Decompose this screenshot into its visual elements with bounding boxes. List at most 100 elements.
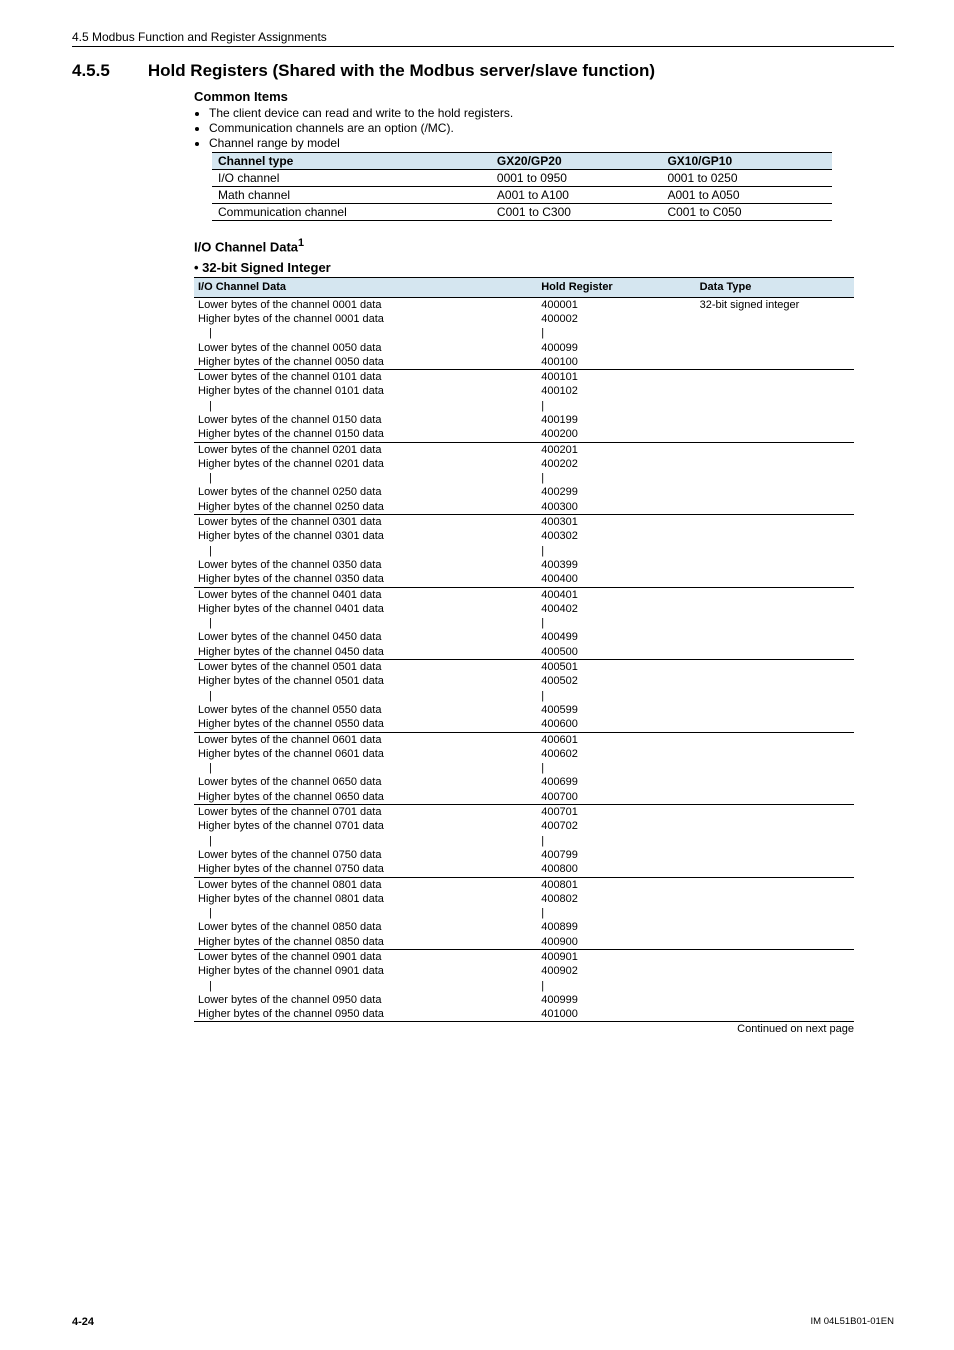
table-cell: Lower bytes of the channel 0450 data	[194, 630, 537, 644]
table-cell	[696, 645, 854, 660]
table-row: Higher bytes of the channel 0101 data400…	[194, 384, 854, 398]
th-channel-type: Channel type	[212, 153, 491, 170]
table-cell	[696, 906, 854, 920]
table-cell: 400901	[537, 949, 695, 964]
table-row: ||	[194, 906, 854, 920]
table-cell: Lower bytes of the channel 0350 data	[194, 558, 537, 572]
table-cell: Higher bytes of the channel 0301 data	[194, 529, 537, 543]
table-cell	[696, 775, 854, 789]
table-cell: |	[537, 906, 695, 920]
table-cell: |	[194, 761, 537, 775]
th-io-data: I/O Channel Data	[194, 278, 537, 297]
table-row: I/O channel0001 to 09500001 to 0250	[212, 170, 832, 187]
table-row: Lower bytes of the channel 0601 data4006…	[194, 732, 854, 747]
table-cell: Higher bytes of the channel 0050 data	[194, 355, 537, 370]
table-cell: 400601	[537, 732, 695, 747]
table-row: Lower bytes of the channel 0701 data4007…	[194, 805, 854, 820]
table-row: Lower bytes of the channel 0750 data4007…	[194, 848, 854, 862]
table-cell: Higher bytes of the channel 0650 data	[194, 790, 537, 805]
table-cell	[696, 341, 854, 355]
table-row: Higher bytes of the channel 0901 data400…	[194, 964, 854, 978]
table-cell	[696, 805, 854, 820]
table-cell: 400602	[537, 747, 695, 761]
table-cell: |	[537, 544, 695, 558]
table-cell: 400399	[537, 558, 695, 572]
table-cell	[696, 572, 854, 587]
table-cell	[696, 892, 854, 906]
table-cell	[696, 920, 854, 934]
table-row: Lower bytes of the channel 0450 data4004…	[194, 630, 854, 644]
table-cell	[696, 384, 854, 398]
table-row: Lower bytes of the channel 0401 data4004…	[194, 587, 854, 602]
table-cell: Higher bytes of the channel 0750 data	[194, 862, 537, 877]
table-cell	[696, 500, 854, 515]
table-cell	[696, 732, 854, 747]
table-cell: 400099	[537, 341, 695, 355]
table-cell	[696, 703, 854, 717]
table-cell: |	[194, 544, 537, 558]
table-cell: Higher bytes of the channel 0950 data	[194, 1007, 537, 1022]
table-cell	[696, 674, 854, 688]
table-row: Lower bytes of the channel 0150 data4001…	[194, 413, 854, 427]
table-row: Higher bytes of the channel 0550 data400…	[194, 717, 854, 732]
table-cell	[696, 370, 854, 385]
table-cell	[696, 355, 854, 370]
table-row: Lower bytes of the channel 0650 data4006…	[194, 775, 854, 789]
table-cell: 400801	[537, 877, 695, 892]
table-row: Higher bytes of the channel 0350 data400…	[194, 572, 854, 587]
continued-label: Continued on next page	[194, 1023, 854, 1035]
table-cell: 400101	[537, 370, 695, 385]
table-cell: Higher bytes of the channel 0450 data	[194, 645, 537, 660]
table-cell: Lower bytes of the channel 0050 data	[194, 341, 537, 355]
table-cell	[696, 485, 854, 499]
table-cell: 400400	[537, 572, 695, 587]
table-cell: A001 to A050	[661, 187, 832, 204]
table-cell: 400500	[537, 645, 695, 660]
table-row: ||	[194, 761, 854, 775]
table-cell	[696, 515, 854, 530]
table-cell: Lower bytes of the channel 0950 data	[194, 993, 537, 1007]
table-cell: A001 to A100	[491, 187, 662, 204]
table-row: Higher bytes of the channel 0701 data400…	[194, 819, 854, 833]
table-row: Higher bytes of the channel 0950 data401…	[194, 1007, 854, 1022]
table-row: Higher bytes of the channel 0050 data400…	[194, 355, 854, 370]
table-row: Higher bytes of the channel 0750 data400…	[194, 862, 854, 877]
signed-int-heading: • 32-bit Signed Integer	[194, 260, 894, 275]
table-cell	[696, 877, 854, 892]
table-cell	[696, 717, 854, 732]
table-cell: |	[537, 689, 695, 703]
table-cell: 400300	[537, 500, 695, 515]
table-cell: |	[194, 979, 537, 993]
table-cell	[696, 819, 854, 833]
table-row: Higher bytes of the channel 0301 data400…	[194, 529, 854, 543]
table-cell: Higher bytes of the channel 0201 data	[194, 457, 537, 471]
section-number: 4.5.5	[72, 61, 110, 81]
table-cell: 400202	[537, 457, 695, 471]
list-item: The client device can read and write to …	[209, 106, 894, 120]
table-cell: Lower bytes of the channel 0750 data	[194, 848, 537, 862]
table-cell: 401000	[537, 1007, 695, 1022]
table-cell: Higher bytes of the channel 0601 data	[194, 747, 537, 761]
table-cell	[696, 587, 854, 602]
th-hold-register: Hold Register	[537, 278, 695, 297]
table-cell: 400799	[537, 848, 695, 862]
table-row: Lower bytes of the channel 0901 data4009…	[194, 949, 854, 964]
table-cell: 400999	[537, 993, 695, 1007]
table-cell: Higher bytes of the channel 0150 data	[194, 427, 537, 442]
table-cell: |	[194, 834, 537, 848]
table-cell: Lower bytes of the channel 0650 data	[194, 775, 537, 789]
table-row: Lower bytes of the channel 0350 data4003…	[194, 558, 854, 572]
io-channel-data-heading: I/O Channel Data1	[194, 237, 894, 254]
table-cell: 400499	[537, 630, 695, 644]
table-cell: 400600	[537, 717, 695, 732]
table-row: Higher bytes of the channel 0250 data400…	[194, 500, 854, 515]
table-cell: 400501	[537, 660, 695, 675]
table-row: Lower bytes of the channel 0850 data4008…	[194, 920, 854, 934]
table-cell: 32-bit signed integer	[696, 297, 854, 312]
table-cell: Higher bytes of the channel 0350 data	[194, 572, 537, 587]
table-row: Communication channelC001 to C300C001 to…	[212, 204, 832, 221]
table-row: ||	[194, 616, 854, 630]
table-cell: 400502	[537, 674, 695, 688]
table-cell: Lower bytes of the channel 0801 data	[194, 877, 537, 892]
table-cell	[696, 544, 854, 558]
